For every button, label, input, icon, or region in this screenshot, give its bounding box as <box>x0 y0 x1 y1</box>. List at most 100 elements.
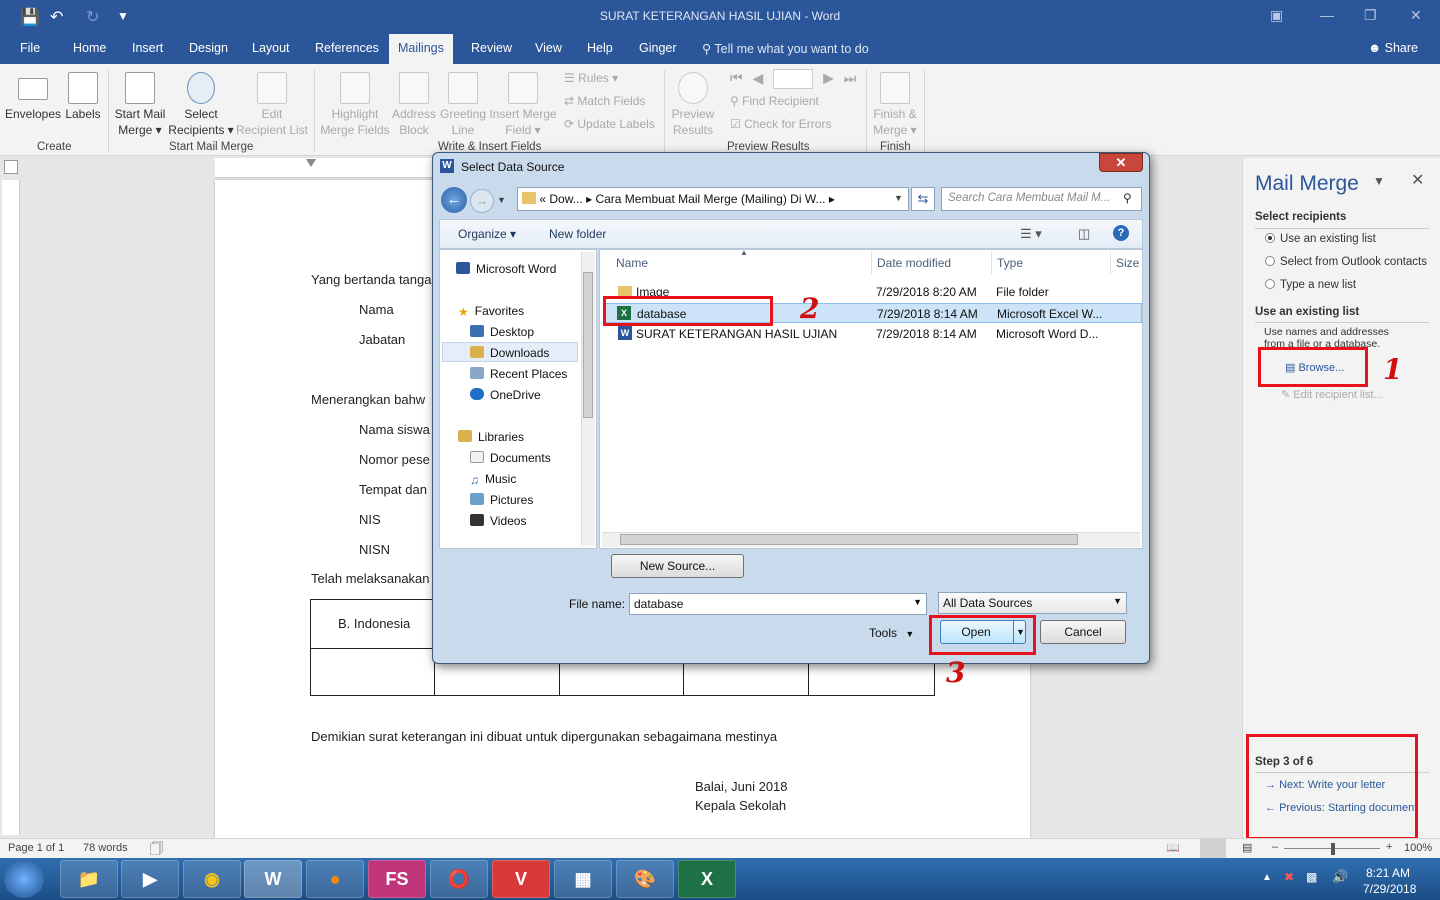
labels-button[interactable]: Labels <box>64 72 102 122</box>
nav-item-pictures[interactable]: Pictures <box>470 493 533 507</box>
vivaldi-icon[interactable]: V <box>492 860 550 898</box>
column-size[interactable]: Size <box>1116 256 1139 270</box>
nav-item-recent-places[interactable]: Recent Places <box>470 367 567 381</box>
finish-merge-button[interactable]: Finish & Merge ▾ <box>868 72 922 138</box>
organize-button[interactable]: Organize ▾ <box>458 227 516 241</box>
forward-button[interactable]: → <box>470 189 494 213</box>
share-button[interactable]: ☻ Share <box>1368 41 1418 55</box>
tab-design[interactable]: Design <box>189 41 228 55</box>
nav-item-desktop[interactable]: Desktop <box>470 325 534 339</box>
select-recipients-button[interactable]: Select Recipients ▾ <box>168 72 234 138</box>
nav-item-word[interactable]: Microsoft Word <box>456 262 556 276</box>
excel-taskbar-icon[interactable]: X <box>678 860 736 898</box>
tab-mailings[interactable]: Mailings <box>389 34 453 64</box>
new-source-button[interactable]: New Source... <box>611 554 744 578</box>
tab-references[interactable]: References <box>315 41 379 55</box>
nav-item-videos[interactable]: Videos <box>470 514 526 528</box>
tab-review[interactable]: Review <box>471 41 512 55</box>
back-button[interactable]: ← <box>441 187 467 213</box>
nav-item-music[interactable]: ♫ Music <box>470 472 516 487</box>
firefox-icon[interactable]: ● <box>306 860 364 898</box>
file-row[interactable]: W SURAT KETERANGAN HASIL UJIAN 7/29/2018… <box>604 324 1142 344</box>
web-layout-icon[interactable]: ▤ <box>1242 841 1252 854</box>
new-folder-button[interactable]: New folder <box>549 227 606 241</box>
tab-ginger[interactable]: Ginger <box>639 41 677 55</box>
rules-button[interactable]: ☰ Rules ▾ <box>564 71 618 85</box>
address-bar[interactable]: « Dow... ▸ Cara Membuat Mail Merge (Mail… <box>517 187 909 211</box>
radio-use-existing[interactable]: Use an existing list <box>1265 233 1376 245</box>
address-block-button[interactable]: Address Block <box>392 72 436 138</box>
indent-marker[interactable] <box>306 159 316 177</box>
tab-view[interactable]: View <box>535 41 562 55</box>
word-taskbar-icon[interactable]: W <box>244 860 302 898</box>
column-date[interactable]: Date modified <box>877 256 951 270</box>
search-input[interactable]: Search Cara Membuat Mail M... <box>941 187 1142 211</box>
edit-recipient-list-button[interactable]: Edit Recipient List <box>234 72 310 138</box>
breadcrumb-item[interactable]: Cara Membuat Mail Merge (Mailing) Di W..… <box>595 192 825 206</box>
start-button[interactable] <box>4 860 44 898</box>
word-count[interactable]: 78 words <box>83 842 128 854</box>
print-layout-icon[interactable] <box>1200 839 1226 858</box>
read-mode-icon[interactable]: 📖 <box>1166 841 1180 854</box>
ribbon-display-icon[interactable]: ▣ <box>1270 7 1283 24</box>
preview-results-button[interactable]: Preview Results <box>667 72 719 138</box>
file-name-input[interactable]: database ▼ <box>629 593 927 615</box>
minimize-icon[interactable]: — <box>1320 7 1334 23</box>
find-recipient-button[interactable]: ⚲ Find Recipient <box>730 94 819 108</box>
search-icon[interactable]: ⚲ <box>1123 191 1132 205</box>
help-icon[interactable]: ? <box>1113 225 1129 241</box>
previous-record-icon[interactable]: ◀ <box>753 70 764 86</box>
edit-recipient-list-link[interactable]: ✎ Edit recipient list... <box>1281 388 1383 401</box>
nav-item-libraries[interactable]: Libraries <box>458 430 524 444</box>
tray-expand-icon[interactable]: ▲ <box>1262 872 1272 883</box>
insert-merge-field-button[interactable]: Insert Merge Field ▾ <box>488 72 558 138</box>
pane-options-icon[interactable]: ▼ <box>1373 174 1385 188</box>
tab-insert[interactable]: Insert <box>132 41 163 55</box>
update-labels-button[interactable]: ⟳ Update Labels <box>564 117 655 131</box>
dialog-close-button[interactable]: ✕ <box>1099 153 1143 172</box>
close-pane-icon[interactable]: ✕ <box>1411 170 1424 190</box>
refresh-button[interactable]: ⇆ <box>911 187 935 211</box>
notes-app-icon[interactable]: ▦ <box>554 860 612 898</box>
tab-help[interactable]: Help <box>587 41 613 55</box>
envelopes-button[interactable]: Envelopes <box>4 72 62 122</box>
nav-item-documents[interactable]: Documents <box>470 451 551 465</box>
network-warning-icon[interactable]: ✖ <box>1284 870 1294 884</box>
start-mail-merge-button[interactable]: Start Mail Merge ▾ <box>112 72 168 138</box>
media-player-icon[interactable]: ▶ <box>121 860 179 898</box>
cancel-button[interactable]: Cancel <box>1040 620 1126 644</box>
restore-icon[interactable]: ❐ <box>1364 7 1377 24</box>
tab-layout[interactable]: Layout <box>252 41 290 55</box>
breadcrumb-item[interactable]: Dow... <box>549 192 582 206</box>
volume-icon[interactable]: 🔊 <box>1332 869 1348 885</box>
nav-scrollbar-thumb[interactable] <box>583 272 593 418</box>
nav-item-favorites[interactable]: ★ Favorites <box>458 304 524 319</box>
view-options-icon[interactable]: ☰ ▾ <box>1020 226 1042 242</box>
address-dropdown-icon[interactable]: ▼ <box>894 193 903 203</box>
close-window-icon[interactable]: ✕ <box>1410 7 1422 24</box>
zoom-in-icon[interactable]: + <box>1386 841 1392 853</box>
nav-item-downloads[interactable]: Downloads <box>470 346 549 360</box>
next-record-icon[interactable]: ▶ <box>823 70 834 86</box>
recent-locations-icon[interactable]: ▼ <box>497 195 506 205</box>
column-name[interactable]: Name <box>616 256 648 270</box>
file-list-scrollbar-thumb[interactable] <box>620 534 1078 545</box>
zoom-slider-thumb[interactable] <box>1331 843 1335 855</box>
radio-new-list[interactable]: Type a new list <box>1265 279 1356 291</box>
greeting-line-button[interactable]: Greeting Line <box>438 72 488 138</box>
check-for-errors-button[interactable]: ☑ Check for Errors <box>730 117 831 131</box>
file-type-select[interactable]: All Data Sources ▼ <box>938 592 1127 614</box>
radio-outlook-contacts[interactable]: Select from Outlook contacts <box>1265 256 1427 268</box>
preview-pane-icon[interactable]: ◫ <box>1078 226 1090 242</box>
chrome-icon[interactable]: ◉ <box>183 860 241 898</box>
signal-icon[interactable]: ▩ <box>1306 870 1317 884</box>
tab-selector[interactable] <box>4 160 18 174</box>
clock-time[interactable]: 8:21 AM <box>1366 866 1410 880</box>
last-record-icon[interactable]: ⏭ <box>844 70 857 86</box>
page-count[interactable]: Page 1 of 1 <box>8 842 64 854</box>
tab-home[interactable]: Home <box>73 41 106 55</box>
tab-file[interactable]: File <box>20 41 40 55</box>
fs-app-icon[interactable]: FS <box>368 860 426 898</box>
zoom-out-icon[interactable]: – <box>1272 841 1278 853</box>
nav-item-onedrive[interactable]: OneDrive <box>470 388 541 402</box>
